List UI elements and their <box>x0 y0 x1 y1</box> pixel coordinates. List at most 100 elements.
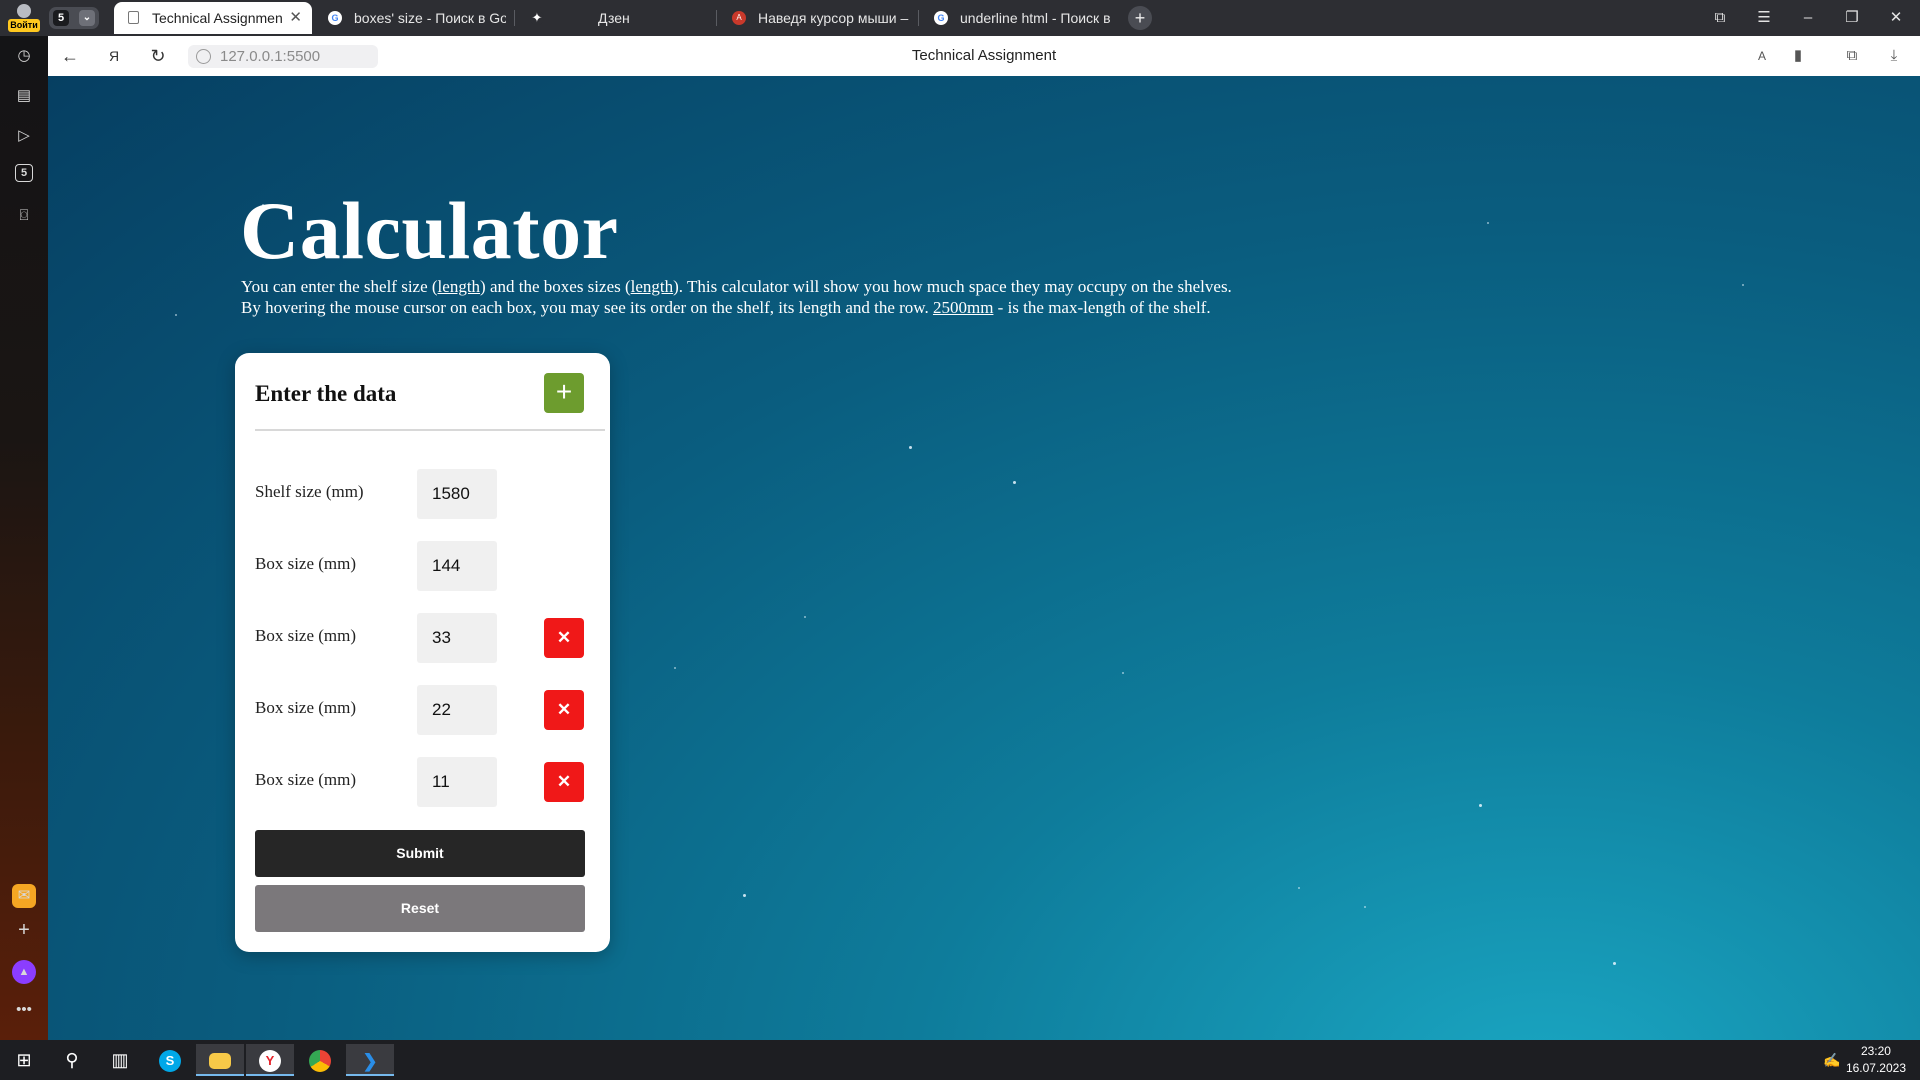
url-field[interactable]: 127.0.0.1:5500 <box>188 45 378 68</box>
star <box>1479 804 1482 807</box>
site-icon: A <box>732 11 746 25</box>
tab-google-underline[interactable]: G underline html - Поиск в Google <box>922 2 1118 34</box>
intro-text: ). This calculator will show you how muc… <box>673 277 1232 296</box>
close-icon[interactable]: ✕ <box>289 2 302 34</box>
chevron-down-icon: ⌄ <box>79 10 95 26</box>
delete-box-button[interactable]: ✕ <box>544 618 584 658</box>
google-icon: G <box>328 11 342 25</box>
address-bar: ← Я ↻ 127.0.0.1:5500 Technical Assignmen… <box>48 36 1920 76</box>
windows-taskbar: ⊞ ⚲ ▥ S Y ❯ ✍ 23:20 16.07.2023 <box>0 1040 1920 1080</box>
chrome-glyph <box>309 1050 331 1073</box>
back-icon[interactable]: ← <box>58 44 82 68</box>
site-security-icon <box>196 49 211 64</box>
intro-text: - is the max-length of the shelf. <box>993 298 1211 317</box>
tab-google-boxes[interactable]: G boxes' size - Поиск в Google <box>316 2 512 34</box>
screenshot-icon[interactable]: ⌼ <box>12 204 36 228</box>
box-size-label: Box size (mm) <box>255 554 357 573</box>
windows-start-icon[interactable]: ⊞ <box>0 1044 48 1076</box>
submit-button[interactable]: Submit <box>255 830 585 877</box>
star <box>1298 887 1300 889</box>
new-tab-button[interactable]: + <box>1128 6 1152 30</box>
add-box-button[interactable]: + <box>544 373 584 413</box>
menu-icon[interactable]: ☰ <box>1742 0 1786 36</box>
shelf-size-label: Shelf size (mm) <box>255 482 364 501</box>
intro-line-1: You can enter the shelf size ( length) an… <box>241 277 1232 297</box>
star <box>175 314 177 316</box>
shelf-size-input[interactable] <box>417 469 497 519</box>
add-panel-icon[interactable]: + <box>12 918 36 942</box>
bookmark-icon[interactable]: ▮ <box>1786 44 1810 68</box>
tab-dzen[interactable]: ✦ Дзен <box>518 2 714 34</box>
box-size-input[interactable] <box>417 757 497 807</box>
file-explorer-icon[interactable] <box>196 1044 244 1076</box>
yandex-icon[interactable]: Я <box>102 44 126 68</box>
tab-title: Дзен <box>598 10 630 26</box>
star <box>804 616 806 618</box>
star <box>1487 222 1489 224</box>
star <box>1122 672 1124 674</box>
url-text: 127.0.0.1:5500 <box>220 48 321 65</box>
collections-icon[interactable]: ▤ <box>12 84 36 108</box>
intro-underlined: length <box>630 277 674 296</box>
browser-side-panel: ◷ ▤ ▷ 5 ⌼ ✉ + ▲ ••• <box>0 36 48 1040</box>
folder-glyph <box>209 1053 231 1070</box>
skype-icon[interactable]: S <box>146 1044 194 1076</box>
close-window-icon[interactable]: ✕ <box>1874 0 1918 36</box>
search-icon[interactable]: ⚲ <box>48 1044 96 1076</box>
profile-button[interactable]: Войти <box>6 3 42 33</box>
page-icon <box>128 11 139 24</box>
minimize-icon[interactable]: – <box>1786 0 1830 36</box>
star <box>1742 284 1744 286</box>
reload-icon[interactable]: ↻ <box>146 44 170 68</box>
tabs-counter-icon[interactable]: 5 <box>15 164 33 182</box>
video-icon[interactable]: ▷ <box>12 124 36 148</box>
star <box>909 446 912 449</box>
card-title: Enter the data <box>255 381 397 406</box>
yandex-glyph: Y <box>259 1050 281 1073</box>
delete-box-button[interactable]: ✕ <box>544 762 584 802</box>
page-heading: Calculator <box>240 185 619 276</box>
tab-group-chip[interactable]: 5 ⌄ <box>49 7 99 29</box>
box-size-label: Box size (mm) <box>255 770 357 789</box>
intro-line-2: By hovering the mouse cursor on each box… <box>241 298 1211 318</box>
history-icon[interactable]: ◷ <box>12 44 36 68</box>
box-size-label: Box size (mm) <box>255 626 357 645</box>
more-icon[interactable]: ••• <box>12 998 36 1022</box>
max-length-text: 2500mm <box>932 298 994 317</box>
pen-icon[interactable]: ✍ <box>1814 1044 1850 1076</box>
star <box>674 667 676 669</box>
alice-assistant-icon[interactable]: ▲ <box>12 960 36 984</box>
tab-separator <box>514 10 515 26</box>
intro-text: By hovering the mouse cursor on each box… <box>241 298 933 317</box>
vscode-icon[interactable]: ❯ <box>346 1044 394 1076</box>
tab-title: Technical Assignment <box>152 10 282 26</box>
tab-group-count: 5 <box>53 10 69 26</box>
page-viewport: Calculator You can enter the shelf size … <box>48 76 1920 1040</box>
intro-text: You can enter the shelf size ( <box>241 277 438 296</box>
yandex-browser-icon[interactable]: Y <box>246 1044 294 1076</box>
dzen-icon: ✦ <box>530 10 544 25</box>
system-clock[interactable]: 23:20 16.07.2023 <box>1846 1043 1906 1077</box>
tab-chrome-hover[interactable]: A Наведя курсор мыши – Chrome <box>720 2 916 34</box>
box-size-input[interactable] <box>417 541 497 591</box>
delete-box-button[interactable]: ✕ <box>544 690 584 730</box>
star <box>1013 481 1016 484</box>
star <box>743 894 746 897</box>
clock-date: 16.07.2023 <box>1845 1061 1906 1075</box>
restore-icon[interactable]: ❐ <box>1830 0 1874 36</box>
box-size-input[interactable] <box>417 685 497 735</box>
translate-icon[interactable]: A <box>1750 44 1774 68</box>
tab-technical-assignment[interactable]: Technical Assignment ✕ <box>114 2 312 34</box>
collections-icon[interactable]: ⧉ <box>1840 44 1864 68</box>
chrome-icon[interactable] <box>296 1044 344 1076</box>
intro-text: ) and the boxes sizes ( <box>480 277 631 296</box>
divider <box>255 429 605 431</box>
box-size-input[interactable] <box>417 613 497 663</box>
bookmarks-panel-icon[interactable]: ⧉ <box>1698 0 1742 36</box>
vscode-glyph: ❯ <box>362 1051 378 1072</box>
mail-icon[interactable]: ✉ <box>12 884 36 908</box>
user-icon <box>17 4 31 18</box>
download-icon[interactable]: ⤓ <box>1882 44 1906 68</box>
task-view-icon[interactable]: ▥ <box>96 1044 144 1076</box>
reset-button[interactable]: Reset <box>255 885 585 932</box>
